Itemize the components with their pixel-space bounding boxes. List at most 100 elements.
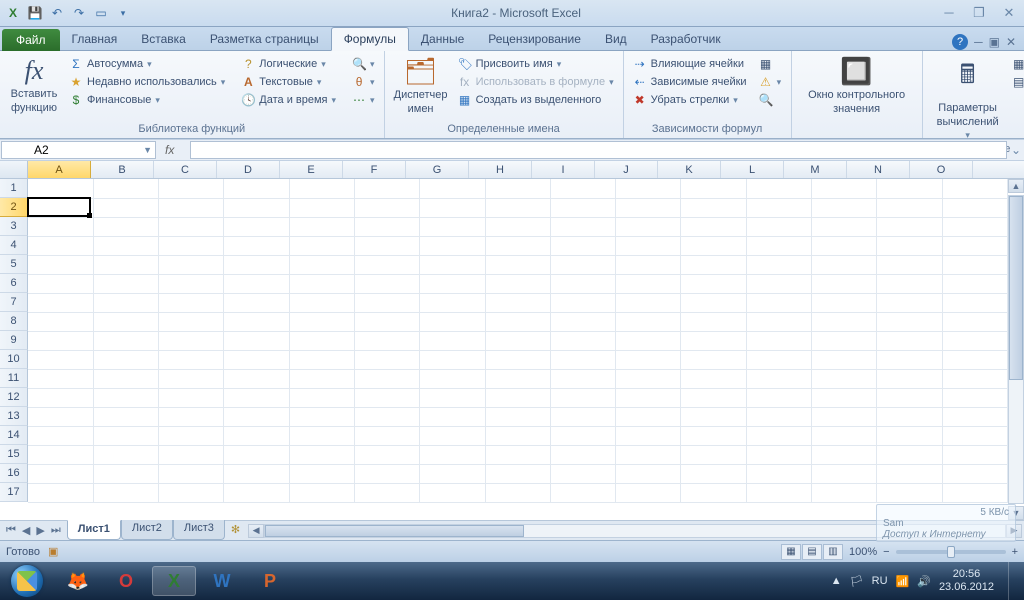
cells-area[interactable] <box>28 179 1008 520</box>
cell[interactable] <box>28 350 93 369</box>
cell[interactable] <box>616 293 681 312</box>
cell[interactable] <box>681 350 746 369</box>
cell[interactable] <box>354 255 419 274</box>
col-header-A[interactable]: A <box>28 161 91 178</box>
calc-sheet-button[interactable]: ▤ <box>1009 74 1024 90</box>
cell[interactable] <box>420 426 485 445</box>
cell[interactable] <box>420 274 485 293</box>
save-icon[interactable]: 💾 <box>26 4 44 22</box>
row-header-16[interactable]: 16 <box>0 464 28 483</box>
cell[interactable] <box>224 179 289 198</box>
cell[interactable] <box>942 198 1007 217</box>
cell[interactable] <box>485 483 550 502</box>
cell[interactable] <box>289 407 354 426</box>
formula-input[interactable] <box>190 141 1007 159</box>
cell[interactable] <box>550 236 615 255</box>
cell[interactable] <box>812 179 877 198</box>
cell[interactable] <box>616 255 681 274</box>
row-header-10[interactable]: 10 <box>0 350 28 369</box>
zoom-slider[interactable] <box>896 550 1006 554</box>
cell[interactable] <box>942 293 1007 312</box>
lookup-button[interactable]: 🔍 <box>349 56 378 72</box>
cell[interactable] <box>159 369 224 388</box>
cell[interactable] <box>289 198 354 217</box>
cell[interactable] <box>289 217 354 236</box>
cell[interactable] <box>877 198 942 217</box>
cell[interactable] <box>550 483 615 502</box>
cell[interactable] <box>420 483 485 502</box>
cell[interactable] <box>746 369 811 388</box>
zoom-out-button[interactable]: − <box>883 546 889 558</box>
cell[interactable] <box>942 407 1007 426</box>
tab-page-layout[interactable]: Разметка страницы <box>198 28 331 50</box>
cell[interactable] <box>28 198 93 217</box>
cell[interactable] <box>550 464 615 483</box>
cell[interactable] <box>485 312 550 331</box>
cell[interactable] <box>93 464 158 483</box>
row-header-13[interactable]: 13 <box>0 407 28 426</box>
col-header-G[interactable]: G <box>406 161 469 178</box>
row-header-3[interactable]: 3 <box>0 217 28 236</box>
network-widget[interactable]: 5 КВ/с Sam Доступ к Интернету <box>876 504 1016 542</box>
text-button[interactable]: AТекстовые <box>238 74 339 90</box>
cell[interactable] <box>420 445 485 464</box>
cell[interactable] <box>354 464 419 483</box>
cell[interactable] <box>746 388 811 407</box>
cell[interactable] <box>420 293 485 312</box>
cell[interactable] <box>681 255 746 274</box>
formula-bar-expand-icon[interactable]: ⌄ <box>1008 140 1024 160</box>
ribbon-restore-icon[interactable]: ▣ <box>989 35 1000 49</box>
cell[interactable] <box>812 426 877 445</box>
cell[interactable] <box>616 312 681 331</box>
row-header-11[interactable]: 11 <box>0 369 28 388</box>
cell[interactable] <box>224 426 289 445</box>
cell[interactable] <box>877 179 942 198</box>
cell[interactable] <box>93 236 158 255</box>
cell[interactable] <box>289 464 354 483</box>
cell[interactable] <box>485 369 550 388</box>
cell[interactable] <box>812 198 877 217</box>
cell[interactable] <box>681 198 746 217</box>
col-header-C[interactable]: C <box>154 161 217 178</box>
cell[interactable] <box>354 274 419 293</box>
show-desktop-button[interactable] <box>1008 562 1018 600</box>
cell[interactable] <box>877 331 942 350</box>
cell[interactable] <box>812 464 877 483</box>
vertical-scrollbar[interactable]: ▲ ▼ <box>1008 179 1024 520</box>
sheet-nav-buttons[interactable]: ⏮ ◀ ▶ ⏭ <box>0 521 67 540</box>
cell[interactable] <box>942 369 1007 388</box>
cell[interactable] <box>550 426 615 445</box>
cell[interactable] <box>942 350 1007 369</box>
remove-arrows-button[interactable]: ✖Убрать стрелки <box>630 92 750 108</box>
tray-network-icon[interactable]: 📶 <box>896 575 910 588</box>
cell[interactable] <box>354 369 419 388</box>
row-header-6[interactable]: 6 <box>0 274 28 293</box>
vertical-scroll-thumb[interactable] <box>1009 196 1023 380</box>
cell[interactable] <box>93 312 158 331</box>
cell[interactable] <box>812 255 877 274</box>
zoom-in-button[interactable]: + <box>1012 546 1018 558</box>
cell[interactable] <box>746 483 811 502</box>
col-header-B[interactable]: B <box>91 161 154 178</box>
minimize-button[interactable]: ─ <box>938 5 960 21</box>
cell[interactable] <box>159 198 224 217</box>
cell[interactable] <box>354 293 419 312</box>
cell[interactable] <box>159 217 224 236</box>
cell[interactable] <box>28 312 93 331</box>
cell[interactable] <box>877 388 942 407</box>
math-button[interactable]: θ <box>349 74 378 90</box>
redo-icon[interactable]: ↷ <box>70 4 88 22</box>
cell[interactable] <box>93 179 158 198</box>
cell[interactable] <box>746 445 811 464</box>
cell[interactable] <box>942 331 1007 350</box>
cell[interactable] <box>616 236 681 255</box>
cell[interactable] <box>159 445 224 464</box>
cell[interactable] <box>224 483 289 502</box>
cell[interactable] <box>746 255 811 274</box>
select-all-corner[interactable] <box>0 161 28 178</box>
cell[interactable] <box>159 426 224 445</box>
show-formulas-button[interactable]: ▦ <box>756 56 785 72</box>
cell[interactable] <box>289 179 354 198</box>
col-header-O[interactable]: O <box>910 161 973 178</box>
cell[interactable] <box>289 293 354 312</box>
